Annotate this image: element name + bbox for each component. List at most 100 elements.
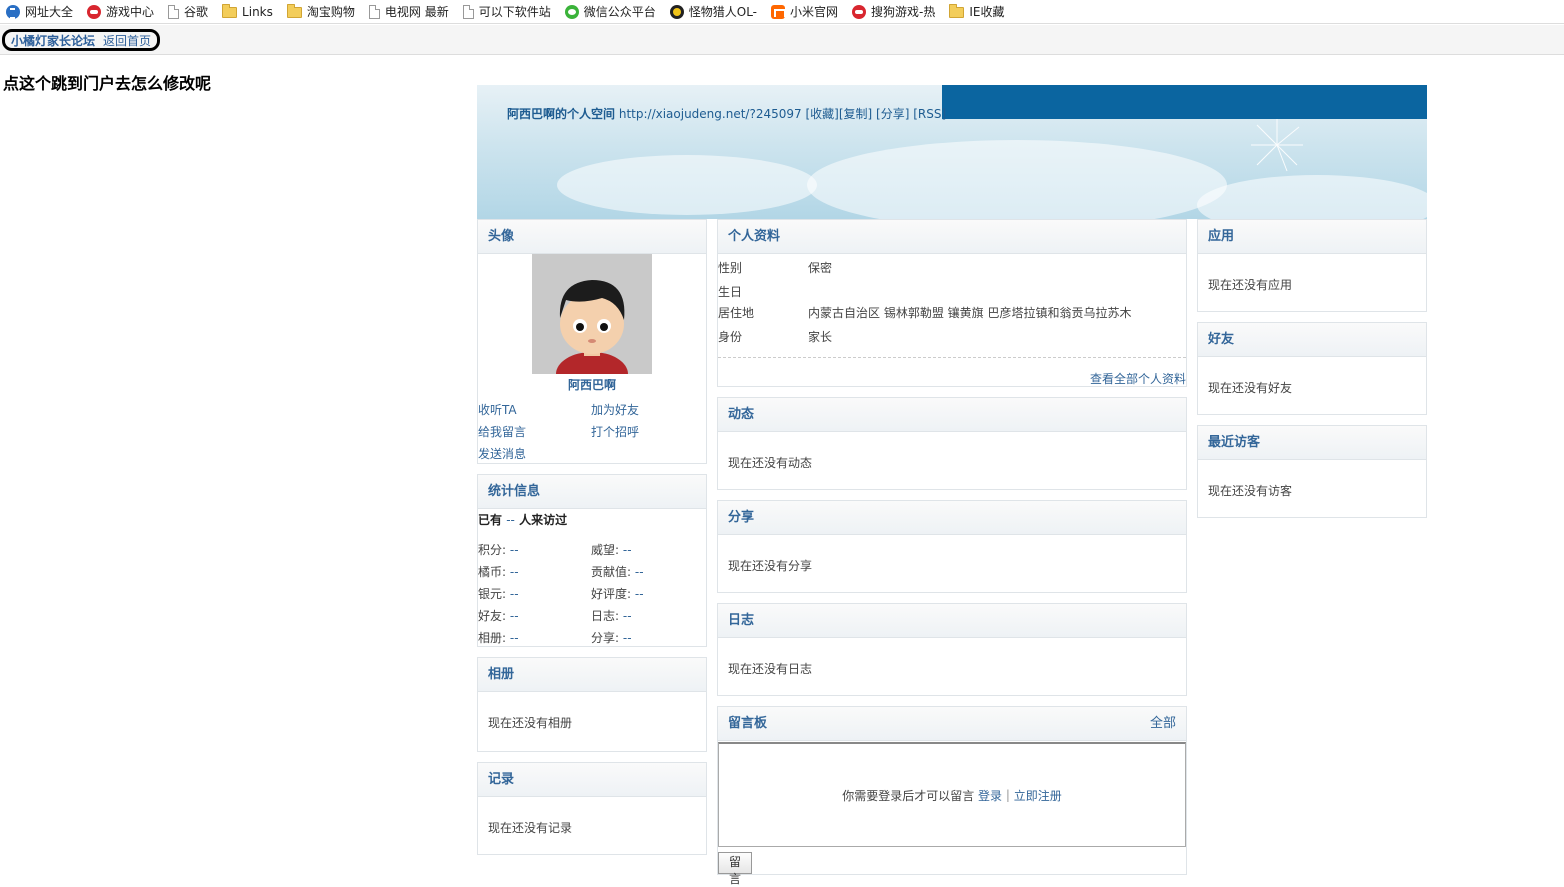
visitors-box: 最近访客 现在还没有访客 [1197, 425, 1427, 518]
cloud-decoration [807, 140, 1227, 219]
bookmark-label: 电视网 最新 [384, 5, 449, 19]
empty-text: 现在还没有记录 [488, 821, 573, 835]
visits-value: -- [506, 513, 515, 527]
login-link[interactable]: 登录 [978, 787, 1002, 804]
bookmark-item[interactable]: Links [222, 4, 273, 19]
box-title: 最近访客 [1198, 426, 1426, 460]
follow-link[interactable]: 收听TA [478, 401, 517, 418]
bookmark-label: 可以下软件站 [478, 5, 551, 19]
box-title: 统计信息 [478, 475, 706, 509]
profile-label: 居住地 [718, 306, 755, 320]
apps-box: 应用 现在还没有应用 [1197, 219, 1427, 312]
profile-list: 性别 保密 生日 居住地 内蒙古自治区 锡林郭勒盟 镶黄旗 巴彦塔拉镇和翁贡乌拉… [718, 254, 1186, 358]
rss-link[interactable]: [RSS] [913, 107, 946, 121]
add-friend-link[interactable]: 加为好友 [591, 401, 639, 418]
forum-home-link[interactable]: 小橘灯家长论坛 [11, 32, 95, 49]
box-title: 动态 [718, 398, 1186, 432]
guestbook-title: 留言板 [728, 716, 768, 731]
message-area[interactable]: 你需要登录后才可以留言 登录 | 立即注册 [718, 742, 1186, 847]
bookmark-item[interactable]: 微信公众平台 [564, 3, 656, 20]
box-title: 好友 [1198, 323, 1426, 357]
stat-value: -- [622, 631, 632, 645]
bookmark-item[interactable]: 怪物猎人OL- [669, 3, 757, 20]
separator: | [1005, 788, 1010, 802]
profile-box: 个人资料 性别 保密 生日 居住地 内蒙古自治区 锡林郭勒盟 镶黄旗 巴彦塔拉镇… [717, 219, 1187, 387]
bookmark-label: 小米官网 [790, 5, 839, 19]
username[interactable]: 阿西巴啊 [478, 376, 706, 393]
bookmark-item[interactable]: 淘宝购物 [286, 3, 355, 20]
profile-value: 内蒙古自治区 锡林郭勒盟 镶黄旗 巴彦塔拉镇和翁贡乌拉苏木 [808, 306, 1132, 320]
records-box: 记录 现在还没有记录 [477, 762, 707, 855]
profile-label: 生日 [718, 285, 743, 299]
profile-label: 性别 [718, 261, 743, 275]
page-icon [368, 4, 380, 19]
stat-label: 好友: [478, 609, 507, 623]
back-home-link[interactable]: 返回首页 [103, 32, 151, 49]
bookmark-item[interactable]: 游戏中心 [87, 3, 154, 20]
stat-item: 相册: -- [478, 629, 519, 646]
stat-item: 日志: -- [591, 607, 632, 624]
share-box: 分享 现在还没有分享 [717, 500, 1187, 593]
stat-label: 日志: [591, 609, 620, 623]
avatar-box: 头像 阿西巴啊 收听TA 加为好友 给我留言 打个招呼 发送消息 [477, 219, 707, 464]
visits-prefix: 已有 [478, 513, 503, 527]
empty-text: 现在还没有分享 [728, 559, 813, 573]
profile-value: 保密 [808, 261, 833, 275]
greet-link[interactable]: 打个招呼 [591, 423, 639, 440]
empty-text: 现在还没有动态 [728, 456, 813, 470]
view-full-profile-link[interactable]: 查看全部个人资料 [1090, 370, 1186, 387]
bookmark-item[interactable]: 搜狗游戏-热 [852, 3, 935, 20]
stat-value: -- [622, 609, 632, 623]
box-title: 日志 [718, 604, 1186, 638]
favorite-link[interactable]: [收藏] [805, 107, 838, 121]
guestbook-box: 留言板 全部 你需要登录后才可以留言 登录 | 立即注册 留言 [717, 706, 1187, 886]
visits-line: 已有 -- 人来访过 [478, 511, 567, 528]
folder-icon [949, 4, 965, 18]
empty-text: 现在还没有访客 [1208, 484, 1293, 498]
empty-text: 现在还没有好友 [1208, 381, 1293, 395]
box-title: 分享 [718, 501, 1186, 535]
stat-label: 分享: [591, 631, 620, 645]
stat-value: -- [509, 609, 519, 623]
folder-icon [286, 4, 302, 18]
stat-value: -- [509, 543, 519, 557]
stat-label: 积分: [478, 543, 507, 557]
avatar[interactable] [532, 254, 652, 374]
leave-message-link[interactable]: 给我留言 [478, 423, 526, 440]
register-link[interactable]: 立即注册 [1014, 787, 1062, 804]
stat-item: 分享: -- [591, 629, 632, 646]
bookmark-label: 游戏中心 [106, 5, 155, 19]
bookmark-item[interactable]: 网址大全 [6, 3, 73, 20]
stat-value: -- [634, 587, 644, 601]
bookmark-item[interactable]: 可以下软件站 [462, 3, 551, 20]
sogou-game-icon [852, 4, 867, 19]
bookmark-item[interactable]: 谷歌 [168, 3, 208, 20]
friends-box: 好友 现在还没有好友 [1197, 322, 1427, 415]
bookmark-item[interactable]: 电视网 最新 [368, 3, 449, 20]
share-link[interactable]: [分享] [876, 107, 909, 121]
copy-link[interactable]: [复制] [839, 107, 872, 121]
profile-label: 身份 [718, 330, 743, 344]
bookmark-item[interactable]: 小米官网 [771, 3, 838, 20]
visits-suffix: 人来访过 [519, 513, 568, 527]
bookmark-label: 搜狗游戏-热 [871, 5, 936, 19]
space-banner: 阿西巴啊的个人空间 http://xiaojudeng.net/?245097 … [477, 85, 1427, 219]
space-name[interactable]: 阿西巴啊的个人空间 [507, 107, 615, 121]
view-all-link[interactable]: 全部 [1150, 707, 1176, 741]
stat-value: -- [509, 587, 519, 601]
sogou-icon [6, 4, 20, 19]
empty-text: 现在还没有日志 [728, 662, 813, 676]
user-space: 阿西巴啊的个人空间 http://xiaojudeng.net/?245097 … [477, 85, 1427, 886]
space-title: 阿西巴啊的个人空间 http://xiaojudeng.net/?245097 … [507, 105, 946, 122]
stat-label: 银元: [478, 587, 507, 601]
sogou-game-icon [87, 4, 102, 19]
send-message-link[interactable]: 发送消息 [478, 445, 526, 462]
space-url[interactable]: http://xiaojudeng.net/?245097 [619, 107, 802, 121]
bookmark-item[interactable]: IE收藏 [949, 3, 1005, 20]
cloud-decoration [1197, 175, 1427, 219]
stat-item: 银元: -- [478, 585, 519, 602]
album-box: 相册 现在还没有相册 [477, 657, 707, 752]
folder-icon [222, 4, 238, 18]
stat-value: -- [634, 565, 644, 579]
wechat-icon [564, 4, 579, 19]
